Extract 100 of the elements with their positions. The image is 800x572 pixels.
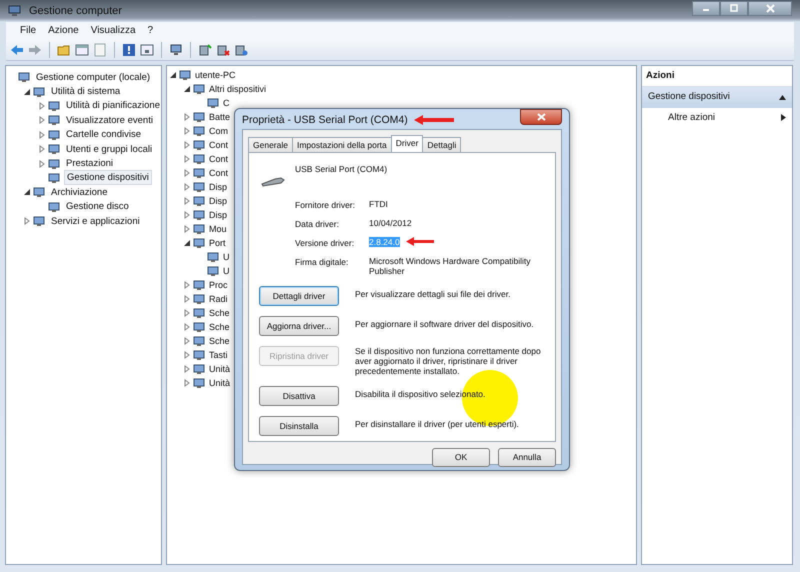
tree-item[interactable]: Utenti e gruppi locali: [64, 142, 154, 156]
monitor-icon: [193, 223, 206, 235]
menu-item[interactable]: ?: [142, 23, 160, 38]
expanded-arrow-icon[interactable]: [183, 239, 191, 247]
tree-item[interactable]: Cont: [207, 152, 230, 166]
expanded-arrow-icon[interactable]: [23, 188, 31, 196]
close-button[interactable]: [520, 109, 562, 125]
collapsed-arrow-icon[interactable]: [38, 160, 46, 168]
tree-item[interactable]: Disp: [207, 180, 230, 194]
tree-item[interactable]: Unità: [207, 362, 232, 376]
monitor-icon: [193, 181, 206, 193]
tree-item[interactable]: Radi: [207, 292, 230, 306]
tree-item[interactable]: Sche: [207, 320, 232, 334]
monitor-icon: [193, 237, 206, 249]
collapsed-arrow-icon[interactable]: [183, 351, 191, 359]
tree-item[interactable]: Altri dispositivi: [207, 82, 268, 96]
collapsed-arrow-icon[interactable]: [183, 281, 191, 289]
tree-item[interactable]: utente-PC: [193, 68, 238, 82]
dialog-button[interactable]: Annulla: [498, 448, 556, 466]
maximize-button[interactable]: [720, 0, 748, 16]
collapsed-arrow-icon[interactable]: [183, 225, 191, 233]
tree-item[interactable]: Utilità di pianificazione: [64, 99, 162, 112]
collapsed-arrow-icon[interactable]: [183, 113, 191, 121]
collapsed-arrow-icon[interactable]: [183, 337, 191, 345]
collapsed-arrow-icon[interactable]: [183, 323, 191, 331]
action-button[interactable]: Disattiva: [259, 386, 339, 406]
tree-item[interactable]: Prestazioni: [64, 157, 115, 170]
collapsed-arrow-icon[interactable]: [38, 145, 46, 154]
tree-item[interactable]: Batte: [207, 110, 232, 124]
tree-item[interactable]: U: [221, 250, 232, 264]
tree-item[interactable]: Sche: [207, 306, 232, 320]
collapsed-arrow-icon[interactable]: [38, 102, 46, 110]
dialog-button[interactable]: OK: [432, 448, 490, 466]
tree-item[interactable]: Utilità di sistema: [49, 85, 122, 98]
tree-item[interactable]: Com: [207, 124, 230, 138]
monitor-icon[interactable]: [169, 42, 183, 56]
tab[interactable]: Generale: [248, 137, 293, 152]
tree-item[interactable]: C: [221, 96, 232, 110]
monitor-icon: [193, 349, 206, 361]
section-header[interactable]: Gestione dispositivi: [642, 87, 792, 108]
monitor-icon: [193, 195, 206, 207]
monitor-icon: [193, 139, 206, 151]
field-label: Versione driver:: [295, 237, 356, 250]
tree-item[interactable]: Mou: [207, 222, 229, 236]
tree-item[interactable]: U: [221, 264, 232, 278]
tree-item[interactable]: Unità: [207, 376, 232, 390]
menu-item[interactable]: Visualizza: [84, 23, 142, 38]
collapsed-arrow-icon[interactable]: [183, 211, 191, 219]
tree-item[interactable]: Port: [207, 236, 228, 250]
tree-item[interactable]: Gestione dispositivi: [64, 170, 152, 186]
tree-item[interactable]: Sche: [207, 334, 232, 348]
collapsed-arrow-icon[interactable]: [38, 130, 46, 139]
back-arrow-icon[interactable]: [10, 42, 24, 56]
tree-item[interactable]: Gestione disco: [64, 200, 131, 214]
folder-icon[interactable]: [57, 42, 71, 56]
collapsed-arrow-icon[interactable]: [38, 116, 46, 124]
expanded-arrow-icon[interactable]: [23, 88, 31, 96]
window-icon[interactable]: [140, 42, 154, 56]
collapsed-arrow-icon[interactable]: [183, 169, 191, 177]
collapsed-arrow-icon[interactable]: [183, 309, 191, 317]
tab[interactable]: Driver: [390, 135, 424, 152]
collapsed-arrow-icon[interactable]: [183, 183, 191, 191]
window-icon[interactable]: [75, 42, 89, 56]
collapsed-arrow-icon[interactable]: [23, 217, 31, 226]
device-icon[interactable]: [216, 42, 230, 56]
menu-item[interactable]: Azione: [42, 23, 85, 38]
tab[interactable]: Impostazioni della porta: [292, 137, 392, 152]
device-icon[interactable]: [198, 42, 212, 56]
document-icon[interactable]: [93, 42, 107, 56]
device-icon[interactable]: [234, 42, 248, 56]
action-button[interactable]: Disinstalla: [259, 416, 339, 436]
tree-item[interactable]: Visualizzatore eventi: [64, 114, 155, 127]
collapsed-arrow-icon[interactable]: [183, 127, 191, 135]
forward-arrow-icon[interactable]: [28, 42, 42, 56]
tree-item[interactable]: Archiviazione: [49, 186, 110, 199]
tree-item[interactable]: Tasti: [207, 348, 230, 362]
tree-item[interactable]: Disp: [207, 194, 230, 208]
minimize-button[interactable]: [692, 0, 720, 16]
collapsed-arrow-icon[interactable]: [183, 197, 191, 205]
action-button[interactable]: Dettagli driver: [259, 286, 339, 306]
collapsed-arrow-icon[interactable]: [183, 141, 191, 149]
tree-item[interactable]: Cartelle condivise: [64, 128, 143, 142]
menu-item[interactable]: File: [14, 23, 42, 38]
action-button[interactable]: Aggiorna driver...: [259, 316, 339, 336]
expanded-arrow-icon[interactable]: [183, 85, 191, 93]
expanded-arrow-icon[interactable]: [169, 71, 177, 79]
action-item[interactable]: Altre azioni: [642, 108, 792, 128]
monitor-icon: [48, 114, 61, 126]
tree-item[interactable]: Cont: [207, 138, 230, 152]
tree-item[interactable]: Servizi e applicazioni: [49, 214, 142, 228]
close-button[interactable]: [748, 0, 792, 16]
collapsed-arrow-icon[interactable]: [183, 155, 191, 163]
tree-item[interactable]: Proc: [207, 278, 230, 292]
collapsed-arrow-icon[interactable]: [183, 365, 191, 373]
tree-item[interactable]: Disp: [207, 208, 230, 222]
tab[interactable]: Dettagli: [422, 137, 462, 152]
collapsed-arrow-icon[interactable]: [183, 379, 191, 387]
tree-item[interactable]: Gestione computer (locale): [34, 70, 152, 84]
tree-item[interactable]: Cont: [207, 166, 230, 180]
collapsed-arrow-icon[interactable]: [183, 295, 191, 303]
